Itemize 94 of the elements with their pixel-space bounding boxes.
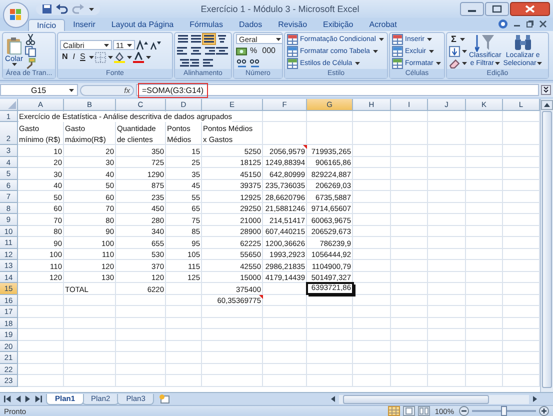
sort-filter-icon xyxy=(475,34,496,52)
undo-icon[interactable] xyxy=(56,4,68,14)
window-title: Exercício 1 - Módulo 3 - Microsoft Excel xyxy=(200,4,360,14)
minimize-icon[interactable] xyxy=(460,2,484,16)
page-break-icon[interactable] xyxy=(418,406,430,416)
caret-icon xyxy=(108,56,114,58)
caret-icon xyxy=(355,62,360,64)
caret-icon xyxy=(537,62,542,65)
align-right-icon[interactable] xyxy=(203,46,215,56)
binoculars-icon xyxy=(512,34,533,52)
fill-down-icon[interactable] xyxy=(449,46,460,56)
scroll-left-icon[interactable] xyxy=(329,395,337,403)
currency-icon[interactable] xyxy=(236,46,247,56)
ribbon-tab[interactable]: Inserir xyxy=(65,19,104,31)
grow-font-icon[interactable] xyxy=(136,40,148,50)
scroll-up-icon[interactable] xyxy=(541,100,553,110)
merge-cells-icon[interactable] xyxy=(216,46,228,56)
caret-icon xyxy=(378,38,384,40)
ribbon-tab[interactable]: Layout da Página xyxy=(103,19,182,31)
previous-sheet-icon[interactable] xyxy=(14,395,22,403)
zoom-out-icon[interactable] xyxy=(459,406,469,416)
paintbrush-icon[interactable] xyxy=(25,58,36,68)
decrease-decimal-icon[interactable] xyxy=(249,58,261,68)
caret-icon xyxy=(462,50,467,52)
ribbon-tab[interactable]: Fórmulas xyxy=(182,19,231,31)
thousands-button[interactable]: 000 xyxy=(260,46,278,56)
align-center-icon[interactable] xyxy=(190,46,202,56)
close-icon[interactable] xyxy=(539,20,547,28)
sum-button[interactable]: Σ xyxy=(449,34,458,44)
caret-icon xyxy=(427,38,432,40)
last-sheet-icon[interactable] xyxy=(34,395,42,403)
align-bottom-icon[interactable] xyxy=(203,34,215,44)
fill-color-icon[interactable] xyxy=(114,52,126,62)
cells-icon xyxy=(392,34,403,44)
shrink-font-icon[interactable] xyxy=(149,40,161,50)
zoom-slider-thumb[interactable] xyxy=(501,406,507,416)
caret-icon xyxy=(12,62,17,66)
increase-decimal-icon[interactable] xyxy=(236,58,248,68)
scissors-icon[interactable] xyxy=(25,34,36,44)
expand-icon[interactable] xyxy=(541,85,551,95)
caret-icon xyxy=(89,56,94,58)
align-top-icon[interactable] xyxy=(177,34,189,44)
caret-icon xyxy=(127,56,132,58)
caret-icon xyxy=(276,38,281,40)
zoom-in-icon[interactable] xyxy=(539,406,549,416)
scrollbar-thumb[interactable] xyxy=(542,111,552,388)
cells-icon xyxy=(392,58,403,68)
ribbon-tab[interactable]: Exibição xyxy=(315,19,362,31)
ribbon-tab[interactable]: Revisão xyxy=(270,19,316,31)
maximize-icon[interactable] xyxy=(485,2,509,16)
font-color-icon[interactable] xyxy=(133,52,144,62)
caret-icon xyxy=(127,44,132,46)
name-box[interactable]: G15 xyxy=(0,84,78,96)
wrap-text-icon[interactable] xyxy=(203,58,215,68)
increase-indent-icon[interactable] xyxy=(190,58,202,68)
save-icon[interactable] xyxy=(42,4,52,14)
decrease-indent-icon[interactable] xyxy=(177,58,189,68)
caret-icon xyxy=(429,50,434,52)
caret-icon xyxy=(462,62,467,64)
ribbon-tab[interactable]: Dados xyxy=(230,19,270,31)
caret-icon xyxy=(146,56,152,58)
next-sheet-icon[interactable] xyxy=(24,395,32,403)
help-icon[interactable] xyxy=(498,19,508,29)
caret-icon xyxy=(495,62,500,65)
formula-field[interactable]: =SOMA(G3:G14) xyxy=(136,84,539,96)
close-icon[interactable] xyxy=(510,2,550,16)
first-sheet-icon[interactable] xyxy=(4,395,12,403)
copy-icon[interactable] xyxy=(25,46,36,56)
ribbon-tab[interactable]: Início xyxy=(28,19,66,31)
restore-icon[interactable] xyxy=(526,20,534,28)
caret-icon xyxy=(460,38,466,40)
ribbon-tab[interactable]: Acrobat xyxy=(361,19,405,31)
bold-button[interactable]: N xyxy=(60,52,70,62)
scroll-right-icon[interactable] xyxy=(531,395,539,403)
scrollbar-thumb[interactable] xyxy=(343,394,489,404)
cells-icon xyxy=(392,46,403,56)
align-middle-icon[interactable] xyxy=(190,34,202,44)
caret-icon xyxy=(372,50,378,52)
align-left-icon[interactable] xyxy=(177,46,189,56)
formula-text: =SOMA(G3:G14) xyxy=(138,82,208,98)
table-style-icon xyxy=(287,34,298,44)
insert-sheet-icon[interactable] xyxy=(158,394,172,404)
table-style-icon xyxy=(287,46,298,56)
text-orientation-icon[interactable] xyxy=(216,34,228,44)
percent-button[interactable]: % xyxy=(248,46,260,56)
caret-icon xyxy=(69,88,74,92)
italic-button[interactable]: I xyxy=(70,52,78,62)
caret-icon xyxy=(104,44,109,46)
underline-button[interactable]: S xyxy=(78,52,88,62)
clipboard-icon xyxy=(5,36,23,54)
table-style-icon xyxy=(287,58,298,68)
page-layout-icon[interactable] xyxy=(402,406,415,416)
caret-icon xyxy=(89,8,94,10)
caret-icon xyxy=(436,62,442,64)
